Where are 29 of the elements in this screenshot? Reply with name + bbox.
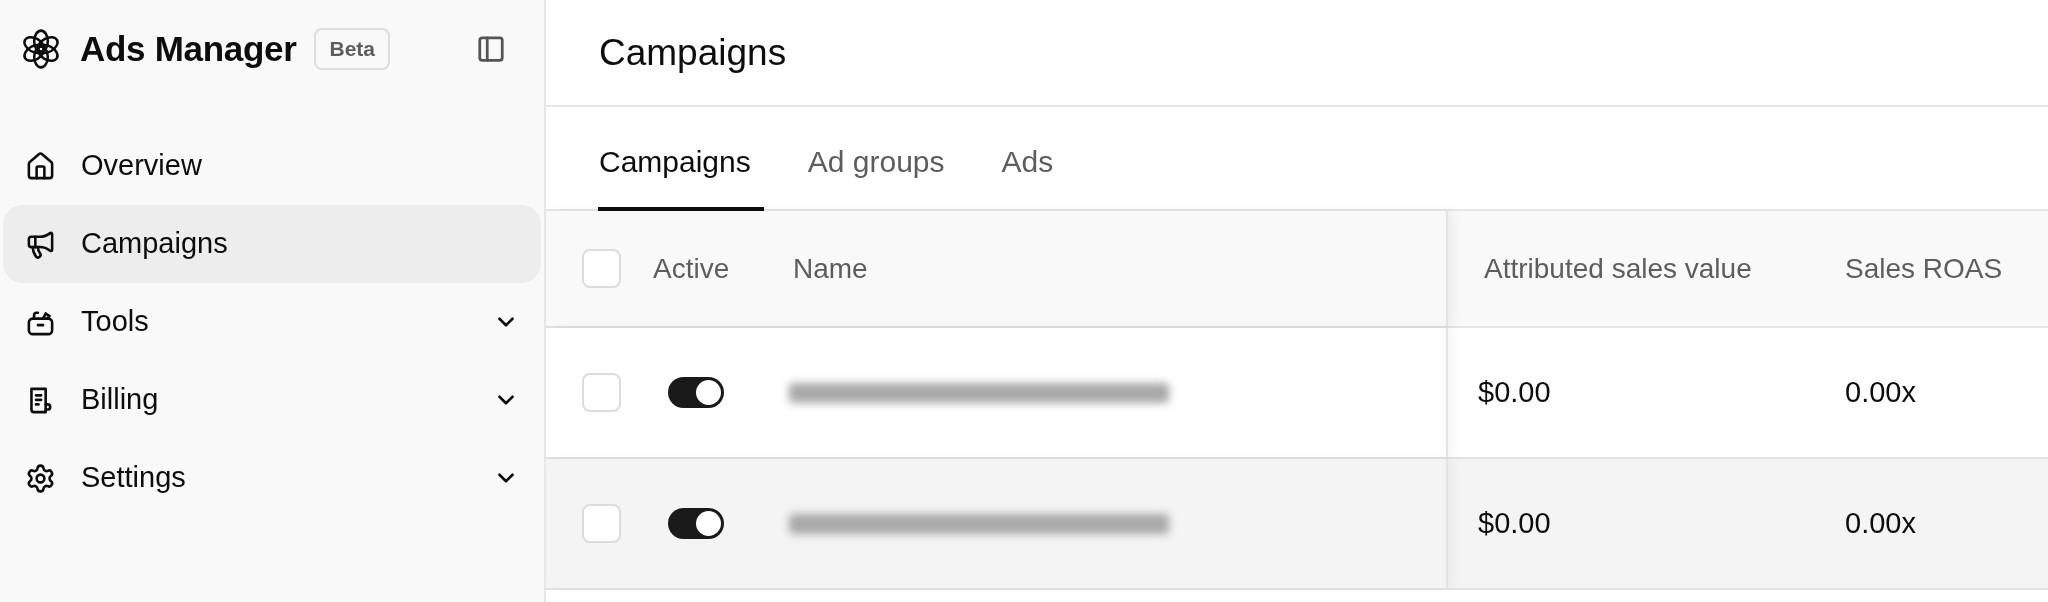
table-row[interactable]: $0.00 0.00x xyxy=(546,459,2048,590)
toggle-switch[interactable] xyxy=(668,377,724,408)
app-title: Ads Manager xyxy=(80,27,297,70)
logo-icon xyxy=(20,28,62,70)
column-header: Name xyxy=(793,251,868,286)
nav-item[interactable]: Settings xyxy=(3,439,541,517)
nav-item[interactable]: Tools xyxy=(3,283,541,361)
checkbox[interactable] xyxy=(582,373,621,412)
checkbox[interactable] xyxy=(582,249,621,288)
panel-icon xyxy=(476,34,506,64)
settings-icon xyxy=(25,462,56,494)
nav-item[interactable]: Overview xyxy=(3,127,541,205)
column-header: Attributed sales value xyxy=(1484,251,1752,286)
table-cell-text: $0.00 xyxy=(1478,505,1551,541)
table-row[interactable]: $0.00 0.00x xyxy=(546,328,2048,459)
nav-item[interactable]: Billing xyxy=(3,361,541,439)
page-title: Campaigns xyxy=(599,30,787,75)
table-cell-text: $0.00 xyxy=(1478,374,1551,410)
toggle-switch[interactable] xyxy=(668,508,724,539)
column-header: Active xyxy=(653,251,731,286)
tab[interactable]: Ads xyxy=(1000,107,1067,211)
beta-badge: Beta xyxy=(314,28,390,70)
table-cell-text: 0.00x xyxy=(1845,374,1916,410)
column-header: Sales ROAS xyxy=(1845,251,2003,286)
home-icon xyxy=(25,150,56,182)
nav-item[interactable]: Campaigns xyxy=(3,205,541,283)
tab[interactable]: Ad groups xyxy=(806,107,958,211)
table-cell-text: 0.00x xyxy=(1845,505,1916,541)
checkbox[interactable] xyxy=(582,504,621,543)
